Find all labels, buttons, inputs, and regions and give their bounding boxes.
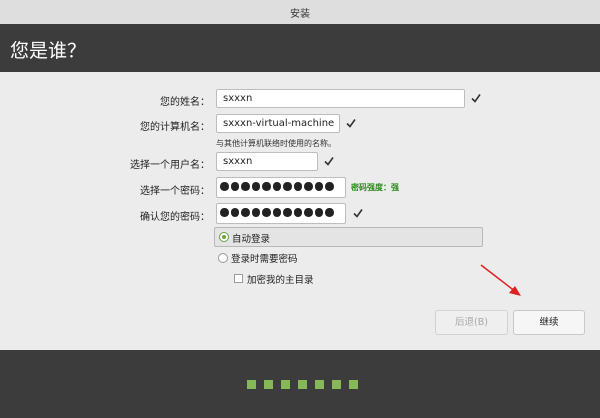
name-input[interactable]: sxxxn [216,89,465,108]
page-header: 您是谁？ [0,24,600,72]
username-label: 选择一个用户名： [130,160,210,171]
computer-name-input[interactable]: sxxxn-virtual-machine [216,114,340,133]
page-title: 您是谁？ [10,40,87,62]
progress-step [247,380,256,389]
progress-step [264,380,273,389]
continue-button[interactable]: 继续 [513,310,585,335]
form-area: 您的姓名： sxxxn 您的计算机名： sxxxn-virtual-machin… [0,72,600,350]
progress-footer [0,350,600,418]
username-check-icon [324,157,334,166]
username-input[interactable]: sxxxn [216,152,318,171]
progress-step [332,380,341,389]
auto-login-option[interactable]: 自动登录 [214,227,483,247]
name-label: 您的姓名： [160,97,210,108]
progress-step [298,380,307,389]
auto-login-label: 自动登录 [232,234,271,245]
confirm-password-input[interactable] [216,203,346,224]
require-password-radio[interactable] [218,253,228,263]
password-strength: 密码强度：强 [351,183,399,192]
progress-step [315,380,324,389]
confirm-masked-dots [220,208,334,217]
auto-login-radio[interactable] [219,232,229,242]
password-label: 选择一个密码： [140,186,210,197]
red-arrow-icon [480,264,521,296]
confirm-password-check-icon [353,209,363,218]
confirm-password-label: 确认您的密码： [140,212,210,223]
progress-step [281,380,290,389]
window-titlebar: 安装 [0,0,600,25]
progress-step [349,380,358,389]
computer-name-hint: 与其他计算机联络时使用的名称。 [216,139,336,148]
computer-name-check-icon [346,119,356,128]
password-input[interactable] [216,177,346,198]
computer-name-label: 您的计算机名： [140,122,210,133]
name-check-icon [471,94,481,103]
password-masked-dots [220,182,334,191]
window-title: 安装 [290,9,310,20]
encrypt-home-label: 加密我的主目录 [247,275,314,286]
require-password-label: 登录时需要密码 [231,254,298,265]
back-button[interactable]: 后退(B) [435,310,508,335]
encrypt-home-checkbox[interactable] [234,274,243,283]
